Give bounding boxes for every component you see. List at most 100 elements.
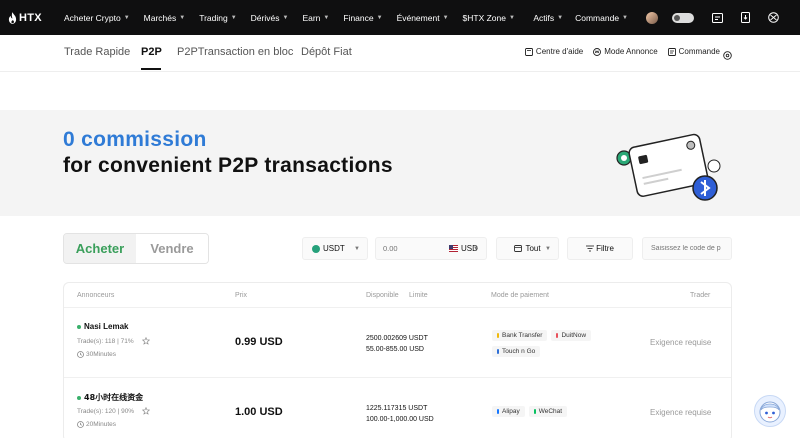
- merchant-stats: Trade(s): 118 | 71%: [77, 337, 150, 345]
- filter-button[interactable]: Filtre: [567, 237, 633, 260]
- ad-mode-link[interactable]: Mode Annonce: [593, 47, 658, 56]
- nav-label: Trading: [199, 12, 228, 23]
- payment-label: Bank Transfer: [502, 332, 543, 339]
- help-center-link[interactable]: Centre d'aide: [524, 47, 583, 56]
- payment-label: WeChat: [538, 408, 563, 415]
- caret-down-icon: ▼: [622, 14, 628, 21]
- favorite-star-icon[interactable]: [142, 407, 151, 415]
- clock-icon: [77, 351, 84, 358]
- nav-label: Earn: [302, 12, 321, 23]
- payment-code-search-input[interactable]: [651, 245, 731, 252]
- payment-value: Tout: [525, 244, 541, 253]
- nav-trading[interactable]: Trading ▼: [199, 13, 236, 23]
- ad-price: 1.00 USD: [235, 406, 283, 418]
- nav-events[interactable]: Événement ▼: [397, 13, 449, 23]
- trader-requirement[interactable]: Exigence requise: [650, 338, 711, 347]
- nav-buy-crypto[interactable]: Acheter Crypto ▼: [64, 13, 130, 23]
- filter-label: Filtre: [596, 244, 614, 253]
- htx-flame-icon: [8, 11, 17, 24]
- nav-label: Dérivés: [250, 12, 280, 23]
- caret-down-icon: ▼: [179, 14, 186, 21]
- clock-icon: [77, 421, 84, 428]
- available-limit: 2500.002609 USDT 55.00-855.00 USD: [366, 333, 428, 355]
- trader-requirement[interactable]: Exigence requise: [650, 408, 711, 417]
- ad-mode-icon: [593, 47, 602, 56]
- tab-block-trade[interactable]: P2PTransaction en bloc: [177, 46, 293, 58]
- settings-icon-svg: [723, 51, 732, 60]
- wallet-icon: [514, 245, 523, 252]
- order-link[interactable]: Commande: [667, 47, 720, 56]
- tab-fiat-deposit[interactable]: Dépôt Fiat: [301, 46, 352, 58]
- header-limit: Limite: [409, 292, 428, 299]
- us-flag-icon: [449, 245, 458, 252]
- header-advertiser: Annonceurs: [77, 292, 115, 299]
- nav-earn[interactable]: Earn ▼: [302, 13, 329, 23]
- caret-down-icon: ▼: [557, 14, 564, 21]
- download-icon[interactable]: [738, 11, 752, 25]
- help-book-icon: [524, 47, 533, 56]
- htx-logo[interactable]: HTX: [8, 12, 56, 24]
- subtab-links: Centre d'aide Mode Annonce Commande: [515, 47, 720, 56]
- payment-label: DuitNow: [561, 332, 587, 339]
- payment-select[interactable]: Tout ▼: [496, 237, 559, 260]
- order-label: Commande: [678, 47, 720, 56]
- user-avatar[interactable]: [646, 11, 658, 24]
- time-limit-text: 20Minutes: [86, 421, 116, 428]
- online-status-dot: [77, 395, 81, 400]
- nav-label: Finance: [343, 12, 374, 23]
- merchant-stats-text: Trade(s): 120 | 90%: [77, 407, 135, 415]
- table-header: Annonceurs Prix Disponible Limite Mode d…: [64, 283, 731, 307]
- amount-input[interactable]: [383, 244, 443, 253]
- nav-assets[interactable]: Actifs ▼: [533, 13, 563, 23]
- ad-mode-label: Mode Annonce: [604, 47, 658, 56]
- merchant-name-label: 48小时在线资金: [84, 393, 144, 402]
- tab-quick-trade[interactable]: Trade Rapide: [64, 46, 130, 58]
- tab-p2p[interactable]: P2P: [141, 46, 162, 58]
- buy-tab[interactable]: Acheter: [64, 234, 136, 263]
- favorite-star-icon[interactable]: [141, 337, 150, 345]
- merchant-stats-text: Trade(s): 118 | 71%: [77, 337, 134, 345]
- payment-methods: Bank Transfer DuitNow Touch n Go: [492, 330, 612, 362]
- online-status-dot: [77, 324, 81, 329]
- globe-icon[interactable]: [766, 11, 780, 25]
- payment-color-bar: [556, 333, 559, 338]
- available-limit: 1225.117315 USDT 100.00-1,000.00 USD: [366, 403, 434, 425]
- nav-finance[interactable]: Finance ▼: [343, 13, 382, 23]
- caret-down-icon: ▼: [323, 14, 330, 21]
- header-price: Prix: [235, 292, 248, 299]
- table-row[interactable]: Nasi Lemak Trade(s): 118 | 71% 30Minutes…: [64, 307, 731, 377]
- message-icon-svg: [711, 12, 723, 23]
- sell-tab[interactable]: Vendre: [136, 234, 208, 263]
- banner-subheadline: for convenient P2P transactions: [63, 154, 393, 177]
- merchant-name[interactable]: Nasi Lemak: [77, 322, 128, 331]
- nav-markets[interactable]: Marchés ▼: [144, 13, 186, 23]
- card-illustration-icon: [616, 133, 721, 201]
- main-menu: Acheter Crypto ▼ Marchés ▼ Trading ▼ Dérivé…: [64, 13, 529, 23]
- settings-icon[interactable]: [723, 47, 732, 65]
- theme-toggle[interactable]: [672, 12, 694, 23]
- search-field: [642, 237, 732, 260]
- nav-label: $HTX Zone: [462, 12, 506, 23]
- payment-tag: WeChat: [528, 406, 568, 417]
- payment-time-limit: 20Minutes: [77, 421, 116, 428]
- available-amount: 2500.002609 USDT: [366, 335, 428, 342]
- merchant-name[interactable]: 48小时在线资金: [77, 392, 143, 403]
- header-payment: Mode de paiement: [491, 292, 549, 299]
- ads-table: Annonceurs Prix Disponible Limite Mode d…: [63, 282, 732, 438]
- nav-orders[interactable]: Commande ▼: [575, 13, 628, 23]
- payment-color-bar: [497, 409, 499, 414]
- nav-derivatives[interactable]: Dérivés ▼: [251, 13, 289, 23]
- nav-label: Acheter Crypto: [64, 12, 121, 23]
- nav-htx-zone[interactable]: $HTX Zone ▼: [463, 13, 515, 23]
- support-chat-button[interactable]: [754, 395, 786, 427]
- message-icon[interactable]: [710, 11, 724, 25]
- usdt-coin-icon: [312, 244, 320, 253]
- payment-tag: Bank Transfer: [492, 330, 548, 341]
- payment-label: Touch n Go: [502, 348, 536, 355]
- buy-sell-toggle: Acheter Vendre: [63, 233, 209, 264]
- active-tab-underline: [141, 68, 161, 70]
- coin-select[interactable]: USDT ▼: [302, 237, 368, 260]
- table-row[interactable]: 48小时在线资金 Trade(s): 120 | 90% 20Minutes 1…: [64, 377, 731, 438]
- order-icon: [667, 47, 676, 56]
- nav-label: Commande: [575, 12, 620, 23]
